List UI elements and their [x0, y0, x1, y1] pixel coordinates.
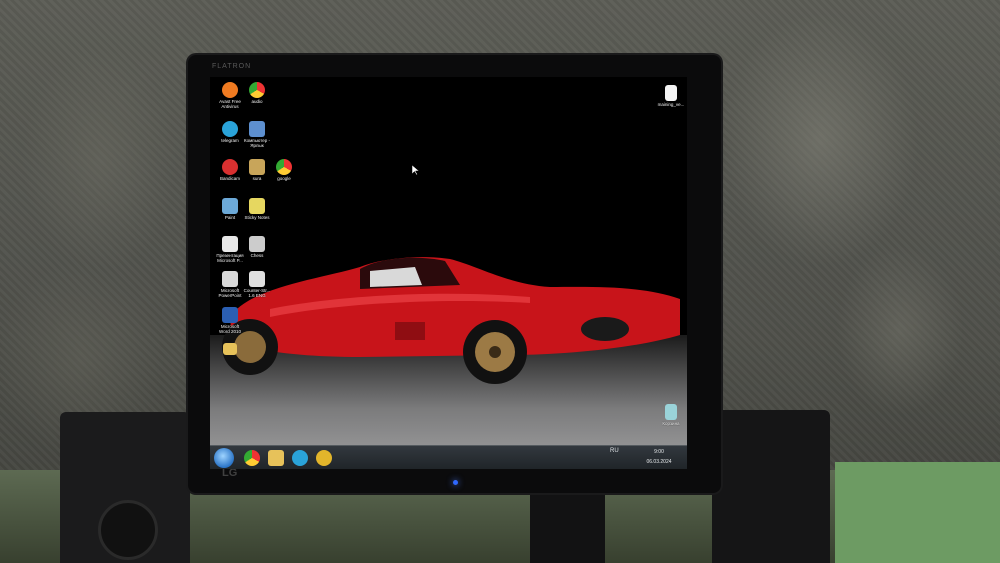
folder-icon — [223, 343, 237, 355]
taskbar-chrome-icon[interactable] — [244, 450, 260, 466]
recycle-bin-icon — [665, 404, 677, 420]
car-headlight — [581, 317, 629, 341]
desktop-icon-recycle-bin[interactable]: Корзина — [656, 404, 686, 426]
desktop-icon-label: Корзина — [662, 421, 680, 426]
start-button[interactable] — [214, 448, 234, 468]
desktop-icon-label: telegram — [221, 138, 239, 143]
avast-icon — [222, 82, 238, 98]
bandicam-icon — [222, 159, 238, 175]
desktop-icon-label: Counter-Str... 1.6 ENG — [243, 288, 271, 299]
desktop-icon-folder[interactable] — [215, 343, 245, 355]
clock-time: 9:00 — [654, 449, 664, 455]
desktop-icon-sura[interactable]: sura — [242, 159, 272, 181]
desk-mat — [835, 462, 1000, 563]
power-led — [453, 480, 458, 485]
mouse-cursor-icon — [412, 165, 420, 175]
desktop-icon-label: Paint — [224, 215, 236, 220]
word-icon — [222, 307, 238, 323]
chrome-icon — [249, 82, 265, 98]
desktop-icon-paint[interactable]: Paint — [215, 198, 245, 220]
telegram-icon — [222, 121, 238, 137]
desktop-icon-label: Avast Free Antivirus — [219, 99, 241, 110]
desktop-icon-google[interactable]: google — [269, 159, 299, 181]
game-icon — [249, 271, 265, 287]
desktop-icon-sticky-notes[interactable]: Sticky Notes — [242, 198, 272, 220]
taskbar-telegram-icon[interactable] — [292, 450, 308, 466]
desktop-icon-powerpoint[interactable]: Microsoft PowerPoint — [215, 271, 245, 299]
taskbar-game-icon[interactable] — [316, 450, 332, 466]
monitor: FLATRON LG Avast Free Antivirus audio te… — [188, 55, 721, 493]
desktop-icon-bandicam[interactable]: Bandicam — [215, 159, 245, 181]
language-indicator[interactable]: RU — [610, 448, 619, 454]
desktop-icon-chess[interactable]: Chess — [242, 236, 272, 258]
desktop-icon-file[interactable]: maining_ve... — [656, 85, 686, 107]
speaker-left — [60, 412, 190, 563]
desktop-icon-label: Microsoft PowerPoint — [218, 288, 242, 299]
desktop-icon-label: audio — [251, 99, 263, 104]
taskbar-explorer-icon[interactable] — [268, 450, 284, 466]
desktop-icon-label: maining_ve... — [657, 102, 685, 107]
chrome-icon — [276, 159, 292, 175]
computer-icon — [249, 121, 265, 137]
desktop-icon-avast[interactable]: Avast Free Antivirus — [215, 82, 245, 110]
desktop-icon-label: Chess — [250, 253, 264, 258]
paint-icon — [222, 198, 238, 214]
document-icon — [665, 85, 677, 101]
desktop-icon-presentation[interactable]: Презентация Microsoft P... — [215, 236, 245, 264]
powerpoint-icon — [222, 271, 238, 287]
clock-date: 06.03.2024 — [646, 459, 672, 465]
desktop-icon-counter-strike[interactable]: Counter-Str... 1.6 ENG — [242, 271, 272, 299]
desktop-icon-label: Bandicam — [219, 176, 240, 181]
desktop-icon-label: Презентация Microsoft P... — [216, 253, 244, 264]
wallpaper-car — [222, 257, 680, 384]
speaker-cone — [98, 500, 158, 560]
sticky-notes-icon — [249, 198, 265, 214]
taskbar: RU 9:00 06.03.2024 — [210, 445, 687, 469]
desktop-icon-label: sura — [252, 176, 262, 181]
taskbar-clock[interactable]: 9:00 06.03.2024 — [638, 447, 680, 467]
desktop-icon-word[interactable]: Microsoft Word 2010 — [215, 307, 245, 335]
desktop-icon-label: Компьютер - Ярлык — [243, 138, 271, 149]
desktop-icon-label: Sticky Notes — [244, 215, 270, 220]
monitor-brand-top: FLATRON — [212, 63, 252, 70]
desktop-screen[interactable]: Avast Free Antivirus audio telegram Комп… — [210, 77, 687, 469]
desktop-icon-label: Microsoft Word 2010 — [219, 324, 241, 335]
chess-icon — [249, 236, 265, 252]
book-icon — [249, 159, 265, 175]
desktop-icon-telegram[interactable]: telegram — [215, 121, 245, 143]
speaker-right — [712, 410, 830, 563]
presentation-icon — [222, 236, 238, 252]
desktop-icon-audio[interactable]: audio — [242, 82, 272, 104]
desktop-icon-label: google — [277, 176, 291, 181]
desktop-icon-computer[interactable]: Компьютер - Ярлык — [242, 121, 272, 149]
